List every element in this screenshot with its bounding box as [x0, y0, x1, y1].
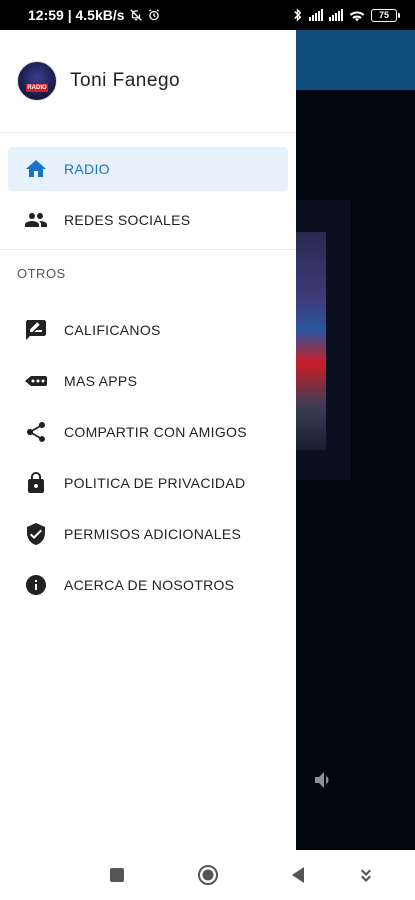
menu-item-mas-apps[interactable]: MAS APPS: [8, 355, 288, 406]
avatar[interactable]: RADIO: [17, 61, 57, 101]
share-icon: [24, 420, 48, 444]
drawer-header: RADIO Toni Fanego: [0, 30, 296, 133]
chevron-down-icon: [361, 869, 371, 882]
main-menu: RADIO REDES SOCIALES: [0, 133, 296, 250]
menu-item-radio[interactable]: RADIO: [8, 147, 288, 191]
mute-bell-icon: [129, 9, 142, 21]
system-nav-bar: [0, 850, 415, 900]
home-icon: [24, 157, 48, 181]
menu-item-label: COMPARTIR CON AMIGOS: [64, 423, 247, 440]
menu-item-acerca[interactable]: ACERCA DE NOSOTROS: [8, 559, 288, 610]
album-art: [296, 200, 351, 480]
status-bar: 12:59 | 4.5kB/s 75: [0, 0, 415, 30]
menu-item-politica[interactable]: POLITICA DE PRIVACIDAD: [8, 457, 288, 508]
menu-item-permisos[interactable]: PERMISOS ADICIONALES: [8, 508, 288, 559]
avatar-badge: RADIO: [26, 84, 48, 92]
shield-check-icon: [24, 522, 48, 546]
home-button[interactable]: [197, 864, 219, 886]
info-icon: [24, 573, 48, 597]
menu-item-label: CALIFICANOS: [64, 321, 161, 338]
status-left: 12:59 | 4.5kB/s: [28, 7, 161, 23]
circle-icon: [198, 865, 218, 885]
navigation-drawer: RADIO Toni Fanego RADIO REDES SOCIALES O…: [0, 30, 296, 850]
battery-level: 75: [378, 10, 389, 20]
wifi-icon: [349, 10, 365, 21]
status-time: 12:59 | 4.5kB/s: [28, 7, 125, 23]
signal-icon-2: [329, 9, 343, 21]
menu-item-calificanos[interactable]: CALIFICANOS: [8, 304, 288, 355]
menu-item-redes-sociales[interactable]: REDES SOCIALES: [8, 198, 288, 242]
app-toolbar: [296, 30, 415, 90]
people-icon: [24, 208, 48, 232]
alarm-icon: [148, 9, 159, 21]
bluetooth-icon: [294, 8, 302, 22]
background-app: [296, 30, 415, 850]
recent-apps-button[interactable]: [106, 864, 128, 886]
other-menu: CALIFICANOS MAS APPS COMPARTIR CON AMIGO…: [0, 288, 296, 610]
menu-item-compartir[interactable]: COMPARTIR CON AMIGOS: [8, 406, 288, 457]
rate-review-icon: [24, 318, 48, 342]
square-icon: [110, 868, 124, 882]
menu-item-label: PERMISOS ADICIONALES: [64, 525, 242, 542]
section-title-otros: OTROS: [17, 266, 66, 281]
back-triangle-icon: [292, 867, 304, 883]
menu-item-label: MAS APPS: [64, 372, 138, 389]
menu-item-label: REDES SOCIALES: [64, 212, 191, 228]
status-right: 75: [292, 8, 400, 22]
lock-icon: [24, 471, 48, 495]
album-art-image: [296, 232, 326, 450]
signal-icon: [309, 9, 323, 21]
user-name: Toni Fanego: [70, 70, 181, 91]
more-apps-icon: [24, 369, 48, 393]
battery-icon: 75: [371, 8, 400, 22]
menu-item-label: POLITICA DE PRIVACIDAD: [64, 474, 246, 491]
volume-icon[interactable]: [312, 768, 336, 792]
nav-extra-button[interactable]: [355, 864, 377, 886]
menu-item-label: ACERCA DE NOSOTROS: [64, 576, 235, 593]
menu-item-label: RADIO: [64, 161, 110, 177]
back-button[interactable]: [287, 864, 309, 886]
